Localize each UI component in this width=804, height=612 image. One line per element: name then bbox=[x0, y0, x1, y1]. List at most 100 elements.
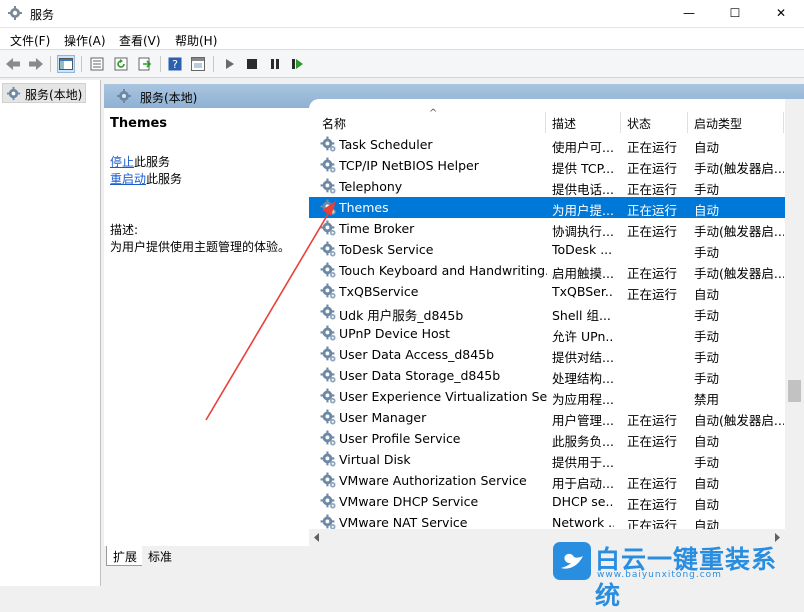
description-pane: Themes 停止此服务 重启动此服务 描述: 为用户提供使用主题管理的体验。 bbox=[104, 108, 309, 546]
tab-extended[interactable]: 扩展 bbox=[106, 546, 145, 566]
service-gear-icon bbox=[320, 367, 336, 383]
service-row[interactable]: UPnP Device Host 允许 UPn... 手动 bbox=[309, 323, 785, 344]
title-bar: 服务 — ☐ ✕ bbox=[0, 0, 804, 28]
service-status: 正在运行 bbox=[627, 140, 678, 155]
service-startup-type: 自动(触发器启... bbox=[694, 413, 784, 428]
service-row[interactable]: TCP/IP NetBIOS Helper 提供 TCP... 正在运行 手动(触发器… bbox=[309, 155, 785, 176]
console-view-icon[interactable] bbox=[189, 55, 207, 73]
stop-suffix: 此服务 bbox=[134, 155, 171, 169]
tab-standard[interactable]: 标准 bbox=[142, 546, 179, 566]
menu-view[interactable]: 查看(V) bbox=[119, 32, 161, 49]
column-startup-type[interactable]: 启动类型 bbox=[694, 115, 742, 132]
service-startup-type: 手动(触发器启... bbox=[694, 224, 784, 239]
service-description: ToDesk ... bbox=[552, 242, 613, 257]
service-row[interactable]: VMware NAT Service Network ... 正在运行 自动 bbox=[309, 512, 785, 529]
service-gear-icon bbox=[320, 157, 336, 173]
console-tree: 服务(本地) bbox=[0, 80, 101, 586]
show-hide-console-tree-icon[interactable] bbox=[57, 55, 75, 73]
service-name: UPnP Device Host bbox=[339, 326, 451, 341]
menu-help[interactable]: 帮助(H) bbox=[175, 32, 217, 49]
service-row[interactable]: User Experience Virtualization Ser... 为应用… bbox=[309, 386, 785, 407]
service-description: 处理结构... bbox=[552, 371, 614, 386]
refresh-icon[interactable] bbox=[112, 55, 130, 73]
service-gear-icon bbox=[320, 325, 336, 341]
forward-icon[interactable] bbox=[27, 55, 45, 73]
window-title: 服务 bbox=[30, 8, 55, 22]
start-service-icon[interactable] bbox=[221, 55, 239, 73]
service-startup-type: 手动 bbox=[694, 371, 720, 386]
service-row[interactable]: ToDesk Service ToDesk ... 手动 bbox=[309, 239, 785, 260]
service-startup-type: 手动 bbox=[694, 182, 720, 197]
service-name: Task Scheduler bbox=[339, 137, 433, 152]
service-gear-icon bbox=[320, 283, 336, 299]
service-row[interactable]: Themes 为用户提... 正在运行 自动 bbox=[309, 197, 785, 218]
service-row[interactable]: Time Broker 协调执行... 正在运行 手动(触发器启... bbox=[309, 218, 785, 239]
svg-text:?: ? bbox=[172, 58, 178, 71]
service-row[interactable]: User Data Access_d845b 提供对结... 手动 bbox=[309, 344, 785, 365]
service-row[interactable]: User Data Storage_d845b 处理结构... 手动 bbox=[309, 365, 785, 386]
service-name: Udk 用户服务_d845b bbox=[339, 308, 464, 323]
service-name: VMware DHCP Service bbox=[339, 494, 479, 509]
service-gear-icon bbox=[320, 220, 336, 236]
restart-service-link[interactable]: 重启动 bbox=[110, 172, 146, 186]
menu-file[interactable]: 文件(F) bbox=[10, 32, 50, 49]
tree-item-label: 服务(本地) bbox=[25, 88, 83, 102]
export-list-icon[interactable] bbox=[136, 55, 154, 73]
service-gear-icon bbox=[320, 304, 336, 320]
services-gear-icon bbox=[6, 86, 21, 101]
service-gear-icon bbox=[320, 388, 336, 404]
service-description: 为用户提... bbox=[552, 203, 614, 218]
service-startup-type: 自动 bbox=[694, 434, 720, 449]
service-status: 正在运行 bbox=[627, 203, 678, 218]
service-row[interactable]: User Manager 用户管理... 正在运行 自动(触发器启... bbox=[309, 407, 785, 428]
service-name: Time Broker bbox=[339, 221, 415, 236]
scroll-left-icon[interactable] bbox=[313, 533, 321, 542]
minimize-icon: — bbox=[683, 6, 695, 20]
close-icon: ✕ bbox=[775, 6, 787, 20]
service-row[interactable]: Telephony 提供电话... 正在运行 手动 bbox=[309, 176, 785, 197]
pause-service-icon[interactable] bbox=[266, 55, 284, 73]
service-startup-type: 手动 bbox=[694, 350, 720, 365]
service-gear-icon bbox=[320, 178, 336, 194]
service-description: 使用户可... bbox=[552, 140, 614, 155]
back-icon[interactable] bbox=[4, 55, 22, 73]
stop-service-icon[interactable] bbox=[243, 55, 261, 73]
column-name[interactable]: 名称 bbox=[322, 115, 346, 132]
column-header: ^ 名称 描述 状态 启动类型 bbox=[309, 108, 784, 133]
service-gear-icon bbox=[320, 346, 336, 362]
maximize-button[interactable]: ☐ bbox=[712, 0, 758, 26]
service-row[interactable]: Udk 用户服务_d845b Shell 组... 手动 bbox=[309, 302, 785, 323]
properties-icon[interactable] bbox=[88, 55, 106, 73]
vertical-scrollbar[interactable] bbox=[785, 99, 804, 529]
service-gear-icon bbox=[320, 430, 336, 446]
menu-action[interactable]: 操作(A) bbox=[64, 32, 106, 49]
service-description: 用于启动... bbox=[552, 476, 614, 491]
service-row[interactable]: User Profile Service 此服务负... 正在运行 自动 bbox=[309, 428, 785, 449]
service-name: User Profile Service bbox=[339, 431, 461, 446]
service-startup-type: 手动 bbox=[694, 245, 720, 260]
services-gear-icon bbox=[117, 89, 131, 103]
column-description[interactable]: 描述 bbox=[552, 115, 576, 132]
close-button[interactable]: ✕ bbox=[758, 0, 804, 26]
stop-service-link[interactable]: 停止 bbox=[110, 155, 134, 169]
help-icon[interactable]: ? bbox=[166, 55, 184, 73]
service-status: 正在运行 bbox=[627, 413, 678, 428]
vertical-scroll-thumb[interactable] bbox=[788, 380, 801, 402]
tree-item-services-local[interactable]: 服务(本地) bbox=[2, 83, 86, 103]
service-gear-icon bbox=[320, 451, 336, 467]
service-row[interactable]: Virtual Disk 提供用于... 手动 bbox=[309, 449, 785, 470]
service-gear-icon bbox=[320, 472, 336, 488]
watermark-url: www.baiyunxitong.com bbox=[597, 570, 722, 580]
maximize-icon: ☐ bbox=[729, 6, 741, 20]
service-row[interactable]: Touch Keyboard and Handwriting... 启用触摸...… bbox=[309, 260, 785, 281]
service-row[interactable]: VMware Authorization Service 用于启动... 正在运行 自… bbox=[309, 470, 785, 491]
service-description: 提供用于... bbox=[552, 455, 614, 470]
service-row[interactable]: TxQBService TxQBSer... 正在运行 自动 bbox=[309, 281, 785, 302]
services-list: ^ 名称 描述 状态 启动类型 Task Scheduler 使用户可... 正在运… bbox=[309, 99, 804, 546]
service-startup-type: 手动 bbox=[694, 329, 720, 344]
service-row[interactable]: Task Scheduler 使用户可... 正在运行 自动 bbox=[309, 134, 785, 155]
minimize-button[interactable]: — bbox=[666, 0, 712, 26]
service-row[interactable]: VMware DHCP Service DHCP se... 正在运行 自动 bbox=[309, 491, 785, 512]
column-status[interactable]: 状态 bbox=[627, 115, 651, 132]
restart-service-icon[interactable] bbox=[289, 55, 307, 73]
